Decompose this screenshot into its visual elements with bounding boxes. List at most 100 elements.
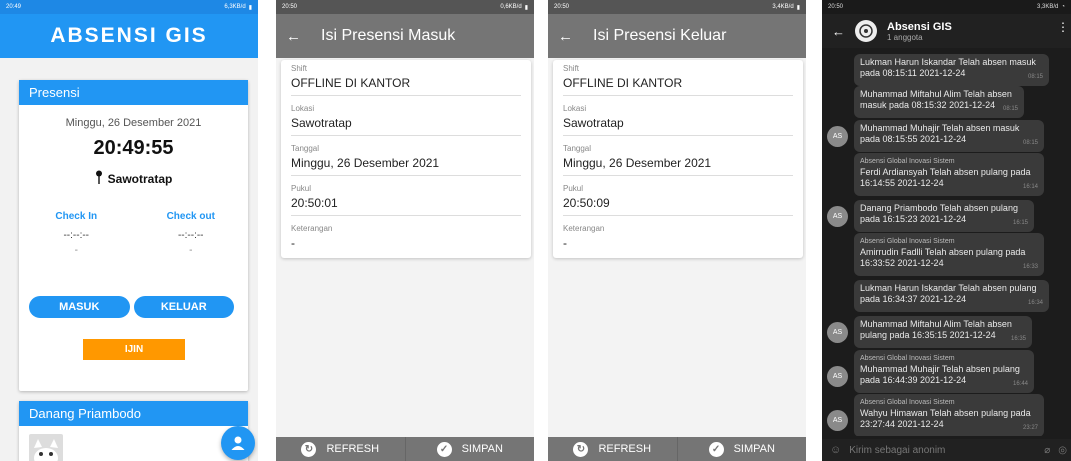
message-text: Muhammad Miftahul Alim Telah absen masuk… [860, 89, 1012, 110]
refresh-label: REFRESH [326, 443, 380, 455]
status-time: 20:50 [828, 4, 844, 10]
action-buttons: MASUK KELUAR [29, 296, 234, 318]
avatar [29, 434, 63, 461]
message-text: Muhammad Miftahul Alim Telah absen pulan… [860, 319, 1012, 340]
status-bar: 20:50 3,3KB/d ◔ [822, 0, 1071, 14]
message-time: 08:15 [1027, 74, 1043, 80]
avatar[interactable]: AS [827, 366, 848, 387]
avatar[interactable]: AS [827, 126, 848, 147]
message-list: Lukman Harun Iskandar Telah absen masuk … [822, 48, 1071, 436]
field-tanggal[interactable]: Tanggal Minggu, 26 Desember 2021 [563, 144, 793, 176]
refresh-button[interactable]: ↻ REFRESH [276, 437, 406, 461]
field-shift[interactable]: Shift OFFLINE DI KANTOR [291, 64, 521, 96]
field-value: Sawotratap [563, 116, 624, 130]
status-time: 20:49 [6, 4, 22, 10]
status-net: 3,3KB/d [1037, 4, 1059, 10]
message-bubble[interactable]: Lukman Harun Iskandar Telah absen pulang… [854, 280, 1049, 312]
message-bubble[interactable]: Muhammad Miftahul Alim Telah absen masuk… [854, 86, 1024, 118]
message-text: Lukman Harun Iskandar Telah absen pulang… [860, 283, 1037, 304]
location-name: Sawotratap [107, 171, 173, 186]
field-lokasi[interactable]: Lokasi Sawotratap [291, 104, 521, 136]
absensi-home-screen: 20:49 6,3KB/d ▮ ABSENSI GIS Presensi Ming… [0, 0, 258, 461]
back-arrow-icon[interactable]: ← [286, 28, 301, 45]
message-input-bar[interactable]: ☺ Kirim sebagai anonim ⌀ ◎ [822, 439, 1071, 461]
message-bubble[interactable]: Absensi Global Inovasi Sistem Wahyu Himaw… [854, 394, 1044, 436]
group-info[interactable]: Absensi GIS 1 anggota [887, 21, 952, 42]
message-bubble[interactable]: Absensi Global Inovasi Sistem Amirrudin F… [854, 233, 1044, 276]
refresh-button[interactable]: ↻ REFRESH [548, 437, 678, 461]
message-text: Wahyu Himawan Telah absen pulang pada 23… [860, 408, 1031, 429]
message-text: Muhammad Muhajir Telah absen masuk pada … [860, 123, 1020, 144]
check-out-time: --:--:-- [177, 230, 204, 241]
group-avatar[interactable] [855, 20, 877, 42]
group-name: Absensi GIS [887, 20, 952, 33]
status-time: 20:50 [554, 4, 570, 10]
back-arrow-icon[interactable]: ← [558, 28, 573, 45]
attach-icon[interactable]: ⌀ [1044, 445, 1050, 456]
current-time: 20:49:55 [93, 137, 174, 159]
field-shift[interactable]: Shift OFFLINE DI KANTOR [563, 64, 793, 96]
avatar[interactable]: AS [827, 410, 848, 431]
check-icon: ✓ [436, 441, 452, 457]
status-net: 3,4KB/d [772, 4, 794, 10]
message-time: 08:15 [1002, 106, 1018, 112]
field-label: Pukul [563, 184, 584, 193]
back-arrow-icon[interactable]: ← [832, 24, 845, 39]
message-time: 16:44 [1012, 381, 1028, 387]
check-icon: ✓ [708, 441, 724, 457]
profile-fab[interactable] [221, 426, 255, 460]
message-bubble[interactable]: Absensi Global Inovasi Sistem Ferdi Ardia… [854, 153, 1044, 196]
message-bubble[interactable]: Danang Priambodo Telah absen pulang pada… [854, 200, 1034, 232]
bottom-bar: ↻ REFRESH ✓ SIMPAN [548, 437, 806, 461]
field-value: OFFLINE DI KANTOR [291, 76, 411, 90]
battery-icon: ▮ [796, 4, 800, 11]
field-tanggal[interactable]: Tanggal Minggu, 26 Desember 2021 [291, 144, 521, 176]
anonymous-icon[interactable]: ☺ [830, 444, 841, 456]
field-value: Minggu, 26 Desember 2021 [563, 156, 712, 170]
message-bubble[interactable]: Muhammad Muhajir Telah absen masuk pada … [854, 120, 1044, 152]
status-bar: 20:49 6,3KB/d ▮ [0, 0, 258, 14]
simpan-button[interactable]: ✓ SIMPAN [406, 437, 535, 461]
field-label: Shift [291, 64, 308, 73]
field-label: Tanggal [291, 144, 320, 153]
field-value: - [291, 236, 295, 250]
toolbar: ← Isi Presensi Keluar [548, 14, 806, 58]
ijin-button[interactable]: IJIN [83, 339, 185, 360]
presensi-masuk-screen: 20:50 0,6KB/d ▮ ← Isi Presensi Masuk Shif… [276, 0, 534, 461]
message-time: 16:34 [1027, 300, 1043, 306]
field-pukul[interactable]: Pukul 20:50:01 [291, 184, 521, 216]
avatar[interactable]: AS [827, 206, 848, 227]
simpan-button[interactable]: ✓ SIMPAN [678, 437, 807, 461]
field-pukul[interactable]: Pukul 20:50:09 [563, 184, 793, 216]
wifi-icon: ◔ [1061, 4, 1065, 10]
check-out: Check out --:--:-- - [146, 211, 236, 256]
keluar-button[interactable]: KELUAR [133, 296, 234, 318]
page-title: Isi Presensi Keluar [593, 27, 727, 44]
message-bubble[interactable]: Absensi Global Inovasi Sistem Muhammad Mu… [854, 350, 1034, 393]
field-label: Lokasi [291, 104, 315, 113]
field-value: Sawotratap [291, 116, 352, 130]
camera-icon[interactable]: ◎ [1058, 445, 1067, 456]
field-keterangan[interactable]: Keterangan - [291, 224, 521, 255]
message-time: 16:15 [1012, 220, 1028, 226]
field-keterangan[interactable]: Keterangan - [563, 224, 793, 255]
message-time: 23:27 [1022, 425, 1038, 431]
message-bubble[interactable]: Lukman Harun Iskandar Telah absen masuk … [854, 54, 1049, 86]
refresh-label: REFRESH [598, 443, 652, 455]
check-in-sub: - [74, 245, 78, 256]
battery-icon: ▮ [524, 4, 528, 11]
check-in-label: Check In [55, 211, 98, 222]
current-date: Minggu, 26 Desember 2021 [65, 117, 202, 129]
message-time: 16:35 [1010, 336, 1026, 342]
message-bubble[interactable]: Muhammad Miftahul Alim Telah absen pulan… [854, 316, 1032, 348]
user-card: Danang Priambodo [19, 401, 248, 461]
more-vert-icon[interactable]: ⋮ [1057, 20, 1069, 34]
pin-icon [95, 170, 103, 187]
field-label: Keterangan [563, 224, 605, 233]
field-lokasi[interactable]: Lokasi Sawotratap [563, 104, 793, 136]
avatar[interactable]: AS [827, 322, 848, 343]
message-input[interactable]: Kirim sebagai anonim [849, 445, 1036, 456]
masuk-button[interactable]: MASUK [29, 296, 130, 318]
check-out-label: Check out [166, 211, 215, 222]
refresh-icon: ↻ [301, 441, 317, 457]
